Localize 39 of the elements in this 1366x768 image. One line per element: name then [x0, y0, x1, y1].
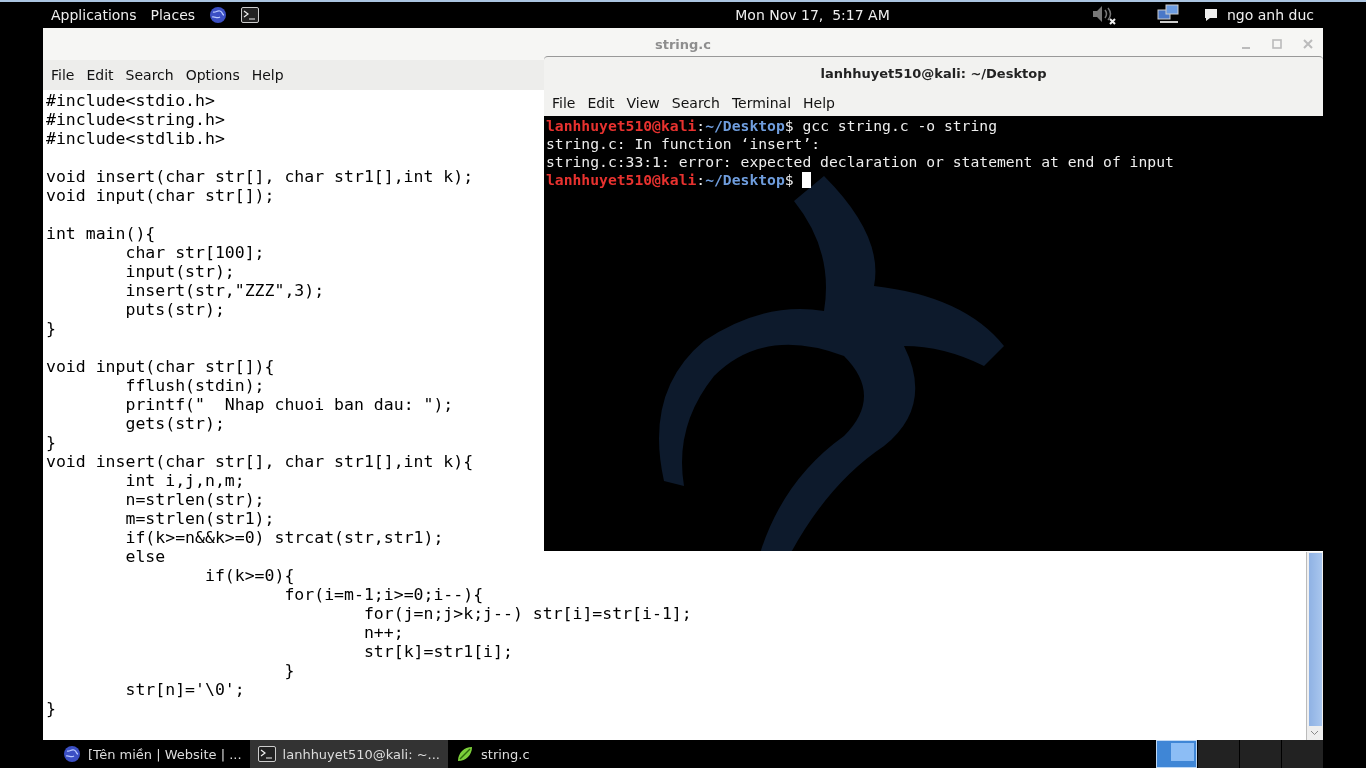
menu-item[interactable]: View	[620, 95, 666, 111]
maximize-icon[interactable]	[1272, 39, 1282, 49]
menu-item[interactable]: Edit	[80, 67, 120, 83]
menu-item[interactable]: Help	[797, 95, 841, 111]
taskbar-item[interactable]: string.c	[448, 740, 538, 768]
menu-item[interactable]: File	[45, 67, 81, 83]
network-icon[interactable]	[1156, 4, 1181, 26]
menu-item[interactable]: Search	[119, 67, 180, 83]
speaker-muted-icon[interactable]	[1090, 4, 1117, 26]
pencil-leaf-icon[interactable]	[456, 745, 474, 763]
chat-bubble-icon[interactable]	[1202, 7, 1219, 23]
globe-icon[interactable]	[209, 6, 228, 24]
scrollbar[interactable]	[1306, 552, 1323, 740]
close-icon[interactable]	[1303, 39, 1313, 49]
workspace-thumbnail[interactable]	[1156, 740, 1197, 768]
terminal-line: string.c: In function ‘insert’:	[546, 135, 822, 153]
window-title: lanhhuyet510@kali: ~/Desktop	[820, 66, 1047, 81]
panel-menu[interactable]: Places	[150, 7, 196, 23]
terminal-icon[interactable]	[241, 7, 260, 23]
menu-item[interactable]: Help	[245, 67, 290, 83]
taskbar-item[interactable]: lanhhuyet510@kali: ~...	[249, 740, 448, 768]
terminal-line: lanhhuyet510@kali:~/Desktop$ gcc string.c -o string	[546, 117, 998, 135]
workspace-thumbnail[interactable]	[1240, 740, 1281, 768]
globe-icon[interactable]	[63, 745, 81, 763]
menu-item[interactable]: Options	[179, 67, 246, 83]
menu-item[interactable]: Edit	[581, 95, 621, 111]
workspace-thumbnail[interactable]	[1198, 740, 1239, 768]
terminal-line: string.c:33:1: error: expected declaration or statement at end of input	[546, 153, 1175, 171]
taskbar-item[interactable]: [Tên miền | Website | ...	[55, 740, 250, 768]
workspace-thumbnail[interactable]	[1282, 740, 1323, 768]
terminal-line: lanhhuyet510@kali:~/Desktop$	[546, 171, 1323, 189]
user-name[interactable]: ngo anh duc	[1226, 7, 1314, 23]
panel-menu[interactable]: Applications	[51, 7, 137, 23]
menu-item[interactable]: Search	[665, 95, 726, 111]
window-title: string.c	[655, 36, 711, 52]
menu-item[interactable]: File	[546, 95, 582, 111]
terminal-icon[interactable]	[257, 746, 276, 762]
menu-item[interactable]: Terminal	[725, 95, 798, 111]
clock[interactable]: Mon Nov 17, 5:17 AM	[735, 7, 890, 23]
